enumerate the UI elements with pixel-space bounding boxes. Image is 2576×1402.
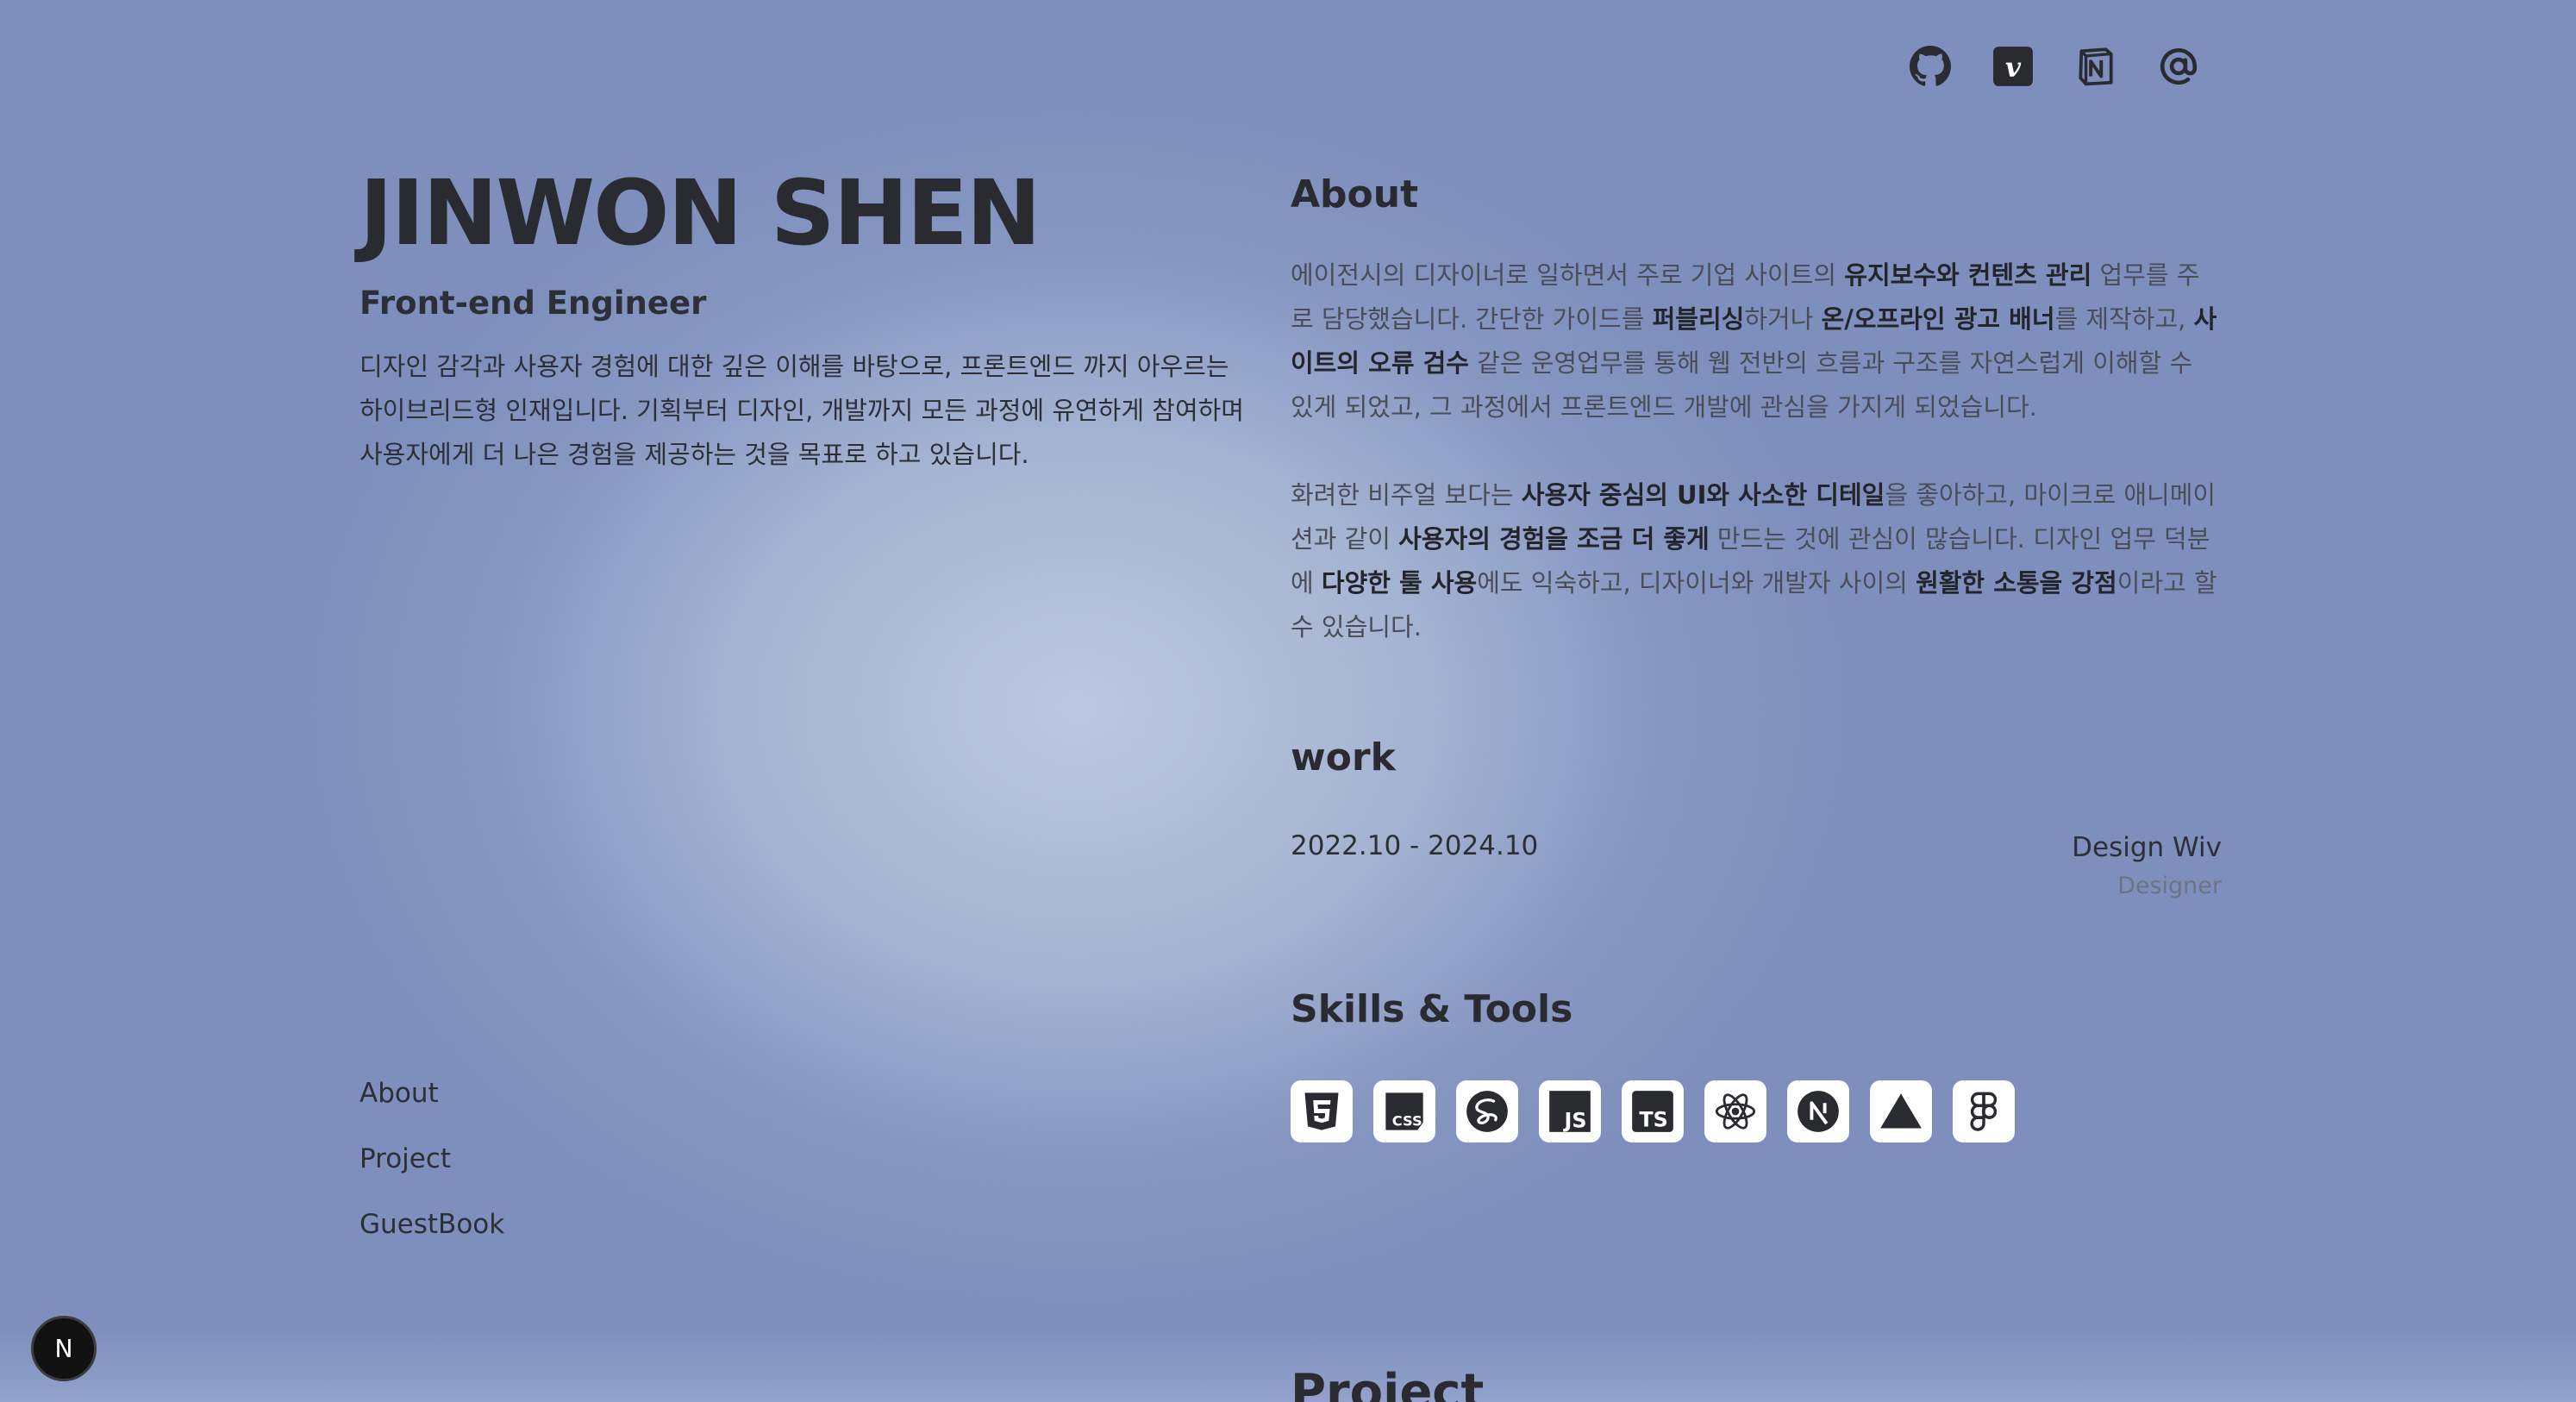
typescript-icon: TS <box>1622 1080 1684 1142</box>
emphasis-text: 유지보수와 컨텐츠 관리 <box>1844 260 2092 290</box>
email-icon[interactable] <box>2157 45 2200 88</box>
profile-name: JINWON SHEN <box>360 160 1041 266</box>
profile-section: JINWON SHEN Front-end Engineer 디자인 감각과 사… <box>360 162 1247 477</box>
work-details: Design Wiv Designer <box>2072 830 2222 901</box>
body-text: 화려한 비주얼 보다는 <box>1291 480 1522 510</box>
emphasis-text: 온/오프라인 광고 배너 <box>1821 304 2055 334</box>
work-entry: 2022.10 - 2024.10 Design Wiv Designer <box>1291 830 2222 901</box>
section-nav: About Project GuestBook <box>360 1076 504 1273</box>
nextjs-icon <box>1787 1080 1849 1142</box>
dev-badge-letter: N <box>54 1335 72 1363</box>
emphasis-text: 사용자의 경험을 조금 더 좋게 <box>1398 524 1710 554</box>
body-text: 에이전시의 디자이너로 일하면서 주로 기업 사이트의 <box>1291 260 1845 290</box>
social-links: v <box>1909 45 2200 88</box>
about-body: 에이전시의 디자이너로 일하면서 주로 기업 사이트의 유지보수와 컨텐츠 관리… <box>1291 253 2222 649</box>
github-icon[interactable] <box>1909 45 1952 88</box>
about-paragraph-2: 화려한 비주얼 보다는 사용자 중심의 UI와 사소한 디테일을 좋아하고, 마… <box>1291 473 2222 649</box>
react-icon <box>1704 1080 1766 1142</box>
javascript-icon: JS <box>1539 1080 1601 1142</box>
about-paragraph-1: 에이전시의 디자이너로 일하면서 주로 기업 사이트의 유지보수와 컨텐츠 관리… <box>1291 253 2222 429</box>
about-title: About <box>1291 172 1419 216</box>
body-text: 를 제작하고, <box>2054 304 2194 334</box>
svg-text:CSS: CSS <box>1392 1112 1422 1129</box>
svg-text:TS: TS <box>1639 1107 1667 1131</box>
nav-item-project[interactable]: Project <box>360 1142 504 1176</box>
css-icon: CSS <box>1373 1080 1435 1142</box>
project-title: Project <box>1291 1364 1485 1402</box>
emphasis-text: 퍼블리싱 <box>1652 304 1745 334</box>
vercel-icon <box>1870 1080 1932 1142</box>
skills-title: Skills & Tools <box>1291 987 1573 1031</box>
work-title: work <box>1291 735 1396 779</box>
notion-icon[interactable] <box>2074 45 2117 88</box>
body-text: 하거나 <box>1744 304 1822 334</box>
content-column: About 에이전시의 디자이너로 일하면서 주로 기업 사이트의 유지보수와 … <box>1291 169 2222 1142</box>
svg-text:v: v <box>2005 52 2022 83</box>
emphasis-text: 다양한 툴 사용 <box>1321 568 1478 598</box>
skills-list: CSS JS TS <box>1291 1080 2222 1142</box>
work-role: Designer <box>2117 873 2222 899</box>
work-period: 2022.10 - 2024.10 <box>1291 830 1539 861</box>
body-text: 에도 익숙하고, 디자이너와 개발자 사이의 <box>1477 568 1916 598</box>
emphasis-text: 원활한 소통을 강점 <box>1916 568 2117 598</box>
profile-intro: 디자인 감각과 사용자 경험에 대한 깊은 이해를 바탕으로, 프론트엔드 까지… <box>360 352 1244 469</box>
nextjs-dev-badge[interactable]: N <box>31 1316 97 1381</box>
profile-role: Front-end Engineer <box>360 285 707 322</box>
emphasis-text: 사용자 중심의 UI와 사소한 디테일 <box>1521 480 1885 510</box>
svg-text:JS: JS <box>1562 1108 1586 1132</box>
nav-item-guestbook[interactable]: GuestBook <box>360 1207 504 1242</box>
vimeo-icon[interactable]: v <box>1991 45 2035 88</box>
sass-icon <box>1456 1080 1518 1142</box>
nav-item-about[interactable]: About <box>360 1076 504 1111</box>
bottom-fade <box>0 1328 2576 1402</box>
work-company: Design Wiv <box>2072 832 2222 863</box>
html5-icon <box>1291 1080 1353 1142</box>
figma-icon <box>1953 1080 2015 1142</box>
